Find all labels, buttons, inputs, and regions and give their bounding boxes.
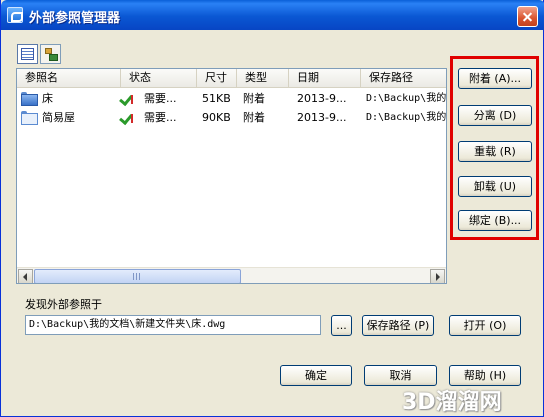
close-icon[interactable] [517,6,538,27]
row-date: 2013-9... [297,92,347,105]
list-view-icon [21,48,34,60]
tree-view-button[interactable] [40,44,61,64]
column-header-name[interactable]: 参照名 [17,69,121,88]
row-name: 床 [42,92,53,105]
horizontal-scrollbar[interactable] [17,267,446,283]
save-path-button[interactable]: 保存路径 (P) [362,315,434,336]
xref-manager-window: 外部参照管理器 参照名 状态 尺寸 类型 日期 保存路径 床 需要... 51K… [0,0,544,417]
scroll-right-icon[interactable] [430,269,445,283]
row-type: 附着 [243,111,265,124]
watermark: 3D溜溜网 [402,390,502,415]
open-button[interactable]: 打开 (O) [449,315,521,336]
row-path: D:\Backup\我的 [366,93,447,104]
ok-button[interactable]: 确定 [280,365,352,386]
table-row[interactable]: 床 需要... 51KB 附着 2013-9... D:\Backup\我的 [17,89,447,108]
window-title: 外部参照管理器 [29,11,121,26]
list-header: 参照名 状态 尺寸 类型 日期 保存路径 [17,69,446,88]
browse-button[interactable]: ... [331,315,352,336]
scroll-left-icon[interactable] [18,269,33,283]
cancel-button[interactable]: 取消 [364,365,437,386]
detach-button[interactable]: 分离 (D) [458,105,532,126]
row-type: 附着 [243,92,265,105]
status-check-icon [120,92,134,105]
found-in-path-field[interactable]: D:\Backup\我的文档\新建文件夹\床.dwg [25,315,321,335]
row-name: 简易屋 [42,111,75,124]
found-in-label: 发现外部参照于 [25,298,102,311]
scroll-thumb[interactable] [34,269,241,283]
column-header-type[interactable]: 类型 [237,69,289,88]
xref-list[interactable]: 参照名 状态 尺寸 类型 日期 保存路径 床 需要... 51KB 附着 201… [16,68,447,284]
tree-view-icon [44,48,58,61]
row-size: 51KB [202,92,231,105]
list-view-button[interactable] [17,44,38,64]
folder-filled-icon [21,92,38,106]
app-icon [7,7,23,23]
unload-button[interactable]: 卸载 (U) [458,176,532,197]
row-path: D:\Backup\我的 [366,112,447,123]
status-check-icon [120,111,134,124]
help-button[interactable]: 帮助 (H) [449,365,521,386]
row-size: 90KB [202,111,231,124]
row-status: 需要... [144,92,177,105]
column-header-status[interactable]: 状态 [121,69,197,88]
column-header-path[interactable]: 保存路径 [361,69,446,88]
row-status: 需要... [144,111,177,124]
bind-button[interactable]: 绑定 (B)... [458,210,532,231]
title-bar[interactable]: 外部参照管理器 [1,0,544,30]
grip-icon [133,273,141,280]
table-row[interactable]: 简易屋 需要... 90KB 附着 2013-9... D:\Backup\我的 [17,108,447,127]
column-header-size[interactable]: 尺寸 [197,69,237,88]
reload-button[interactable]: 重载 (R) [458,141,532,162]
folder-outline-icon [21,111,38,125]
row-date: 2013-9... [297,111,347,124]
attach-button[interactable]: 附着 (A)... [458,68,532,89]
column-header-date[interactable]: 日期 [289,69,361,88]
